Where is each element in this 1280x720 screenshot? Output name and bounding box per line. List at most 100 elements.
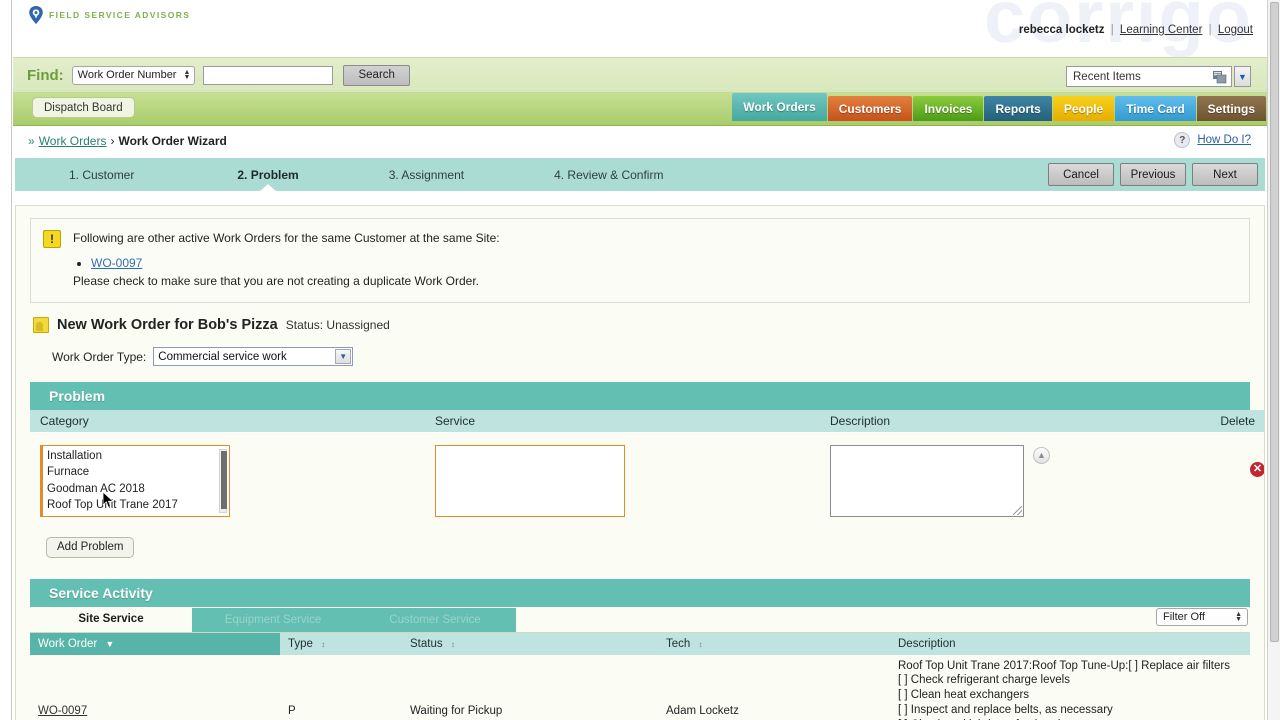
- main-nav-tabs: Work Orders Customers Invoices Reports P…: [732, 93, 1267, 121]
- find-label: Find:: [27, 66, 64, 84]
- problem-panel: Problem Category Service Description Del…: [30, 382, 1264, 567]
- breadcrumb: » Work Orders › Work Order Wizard ? How …: [13, 126, 1267, 156]
- recent-items-box[interactable]: Recent Items: [1066, 66, 1232, 87]
- sort-icon: ↕: [698, 639, 703, 649]
- recent-items-dropdown-arrow[interactable]: ▼: [1234, 66, 1251, 87]
- recent-items-icon: [1213, 70, 1227, 84]
- stepper-icon: ▲ ▼: [183, 69, 191, 81]
- problem-section-title: Problem: [30, 382, 1250, 410]
- breadcrumb-link-work-orders[interactable]: Work Orders: [39, 134, 107, 148]
- stepper-icon: ▲ ▼: [1235, 610, 1242, 623]
- work-order-type-select[interactable]: Commercial service work ▼: [153, 347, 354, 366]
- service-listbox[interactable]: [435, 444, 625, 517]
- warning-icon: !: [43, 230, 61, 248]
- service-activity-title: Service Activity: [30, 578, 1250, 607]
- nav-tab-work-orders[interactable]: Work Orders: [732, 93, 827, 121]
- resize-handle-icon[interactable]: [1013, 505, 1022, 515]
- wizard-step-problem-label: 2. Problem: [237, 167, 299, 182]
- add-problem-button[interactable]: Add Problem: [46, 536, 135, 558]
- wizard-content: ! Following are other active Work Orders…: [15, 205, 1265, 720]
- list-item[interactable]: Trane 2018: [47, 514, 229, 516]
- wizard-step-customer[interactable]: 1. Customer: [69, 168, 134, 182]
- previous-button[interactable]: Previous: [1120, 163, 1186, 186]
- nav-tab-customers[interactable]: Customers: [827, 96, 913, 121]
- filter-select[interactable]: Filter Off ▲ ▼: [1156, 607, 1248, 626]
- work-order-type-row: Work Order Type: Commercial service work…: [52, 347, 1264, 366]
- list-item: WO-0097: [91, 254, 500, 272]
- add-problem-row: Add Problem: [30, 530, 1250, 567]
- category-listbox[interactable]: Installation Furnace Goodman AC 2018 Roo…: [40, 444, 230, 517]
- wizard-step-bar: 1. Customer 2. Problem 3. Assignment 4. …: [15, 158, 1265, 192]
- sort-icon: ↕: [321, 639, 326, 649]
- app-window: corrigo FIELD SERVICE ADVISORS rebecca l…: [0, 0, 1280, 720]
- nav-tab-invoices[interactable]: Invoices: [913, 96, 984, 121]
- work-order-link[interactable]: WO-0097: [38, 705, 87, 717]
- list-item[interactable]: Roof Top Unit Trane 2017: [47, 497, 229, 514]
- separator-1: |: [1110, 24, 1114, 36]
- cancel-button[interactable]: Cancel: [1048, 163, 1114, 186]
- recent-items-control[interactable]: Recent Items ▼: [1066, 66, 1251, 87]
- search-input[interactable]: [203, 65, 334, 85]
- tab-site-service[interactable]: Site Service: [30, 607, 192, 632]
- table-row[interactable]: WO-0097 P Waiting for Pickup Adam Locket…: [30, 654, 1250, 720]
- dispatch-board-button[interactable]: Dispatch Board: [32, 97, 135, 118]
- service-activity-table: Work Order ▼ Type ↕ Status ↕ Tech ↕ Desc…: [30, 632, 1250, 720]
- chevron-up-icon[interactable]: ▲: [1033, 446, 1050, 464]
- wizard-step-assignment[interactable]: 3. Assignment: [389, 168, 464, 182]
- wizard-step-review[interactable]: 4. Review & Confirm: [554, 168, 663, 182]
- next-button[interactable]: Next: [1192, 163, 1258, 186]
- page-edge-left: [0, 0, 12, 720]
- main-nav-bar: Dispatch Board Work Orders Customers Inv…: [13, 93, 1267, 126]
- column-header-work-order[interactable]: Work Order ▼: [30, 632, 280, 655]
- how-do-i-link[interactable]: How Do I?: [1197, 134, 1251, 146]
- nav-tab-settings[interactable]: Settings: [1196, 96, 1266, 121]
- work-order-type-value: Commercial service work: [158, 350, 287, 363]
- column-header-work-order-label: Work Order: [38, 637, 98, 650]
- page-title: New Work Order for Bob's Pizza: [57, 317, 278, 333]
- nav-tab-reports[interactable]: Reports: [984, 96, 1052, 121]
- column-header-status[interactable]: Status ↕: [402, 632, 658, 655]
- problem-row: Installation Furnace Goodman AC 2018 Roo…: [30, 432, 1264, 531]
- help-control[interactable]: ? How Do I?: [1174, 132, 1251, 148]
- column-header-tech[interactable]: Tech ↕: [658, 632, 890, 655]
- breadcrumb-current: Work Order Wizard: [118, 134, 227, 148]
- wizard-active-pointer-icon: [259, 183, 278, 192]
- nav-tab-people[interactable]: People: [1052, 96, 1115, 121]
- sort-icon: ↕: [450, 639, 455, 649]
- window-scrollbar[interactable]: [1267, 0, 1280, 720]
- service-activity-table-wrap: Work Order ▼ Type ↕ Status ↕ Tech ↕ Desc…: [30, 632, 1250, 720]
- scrollbar-thumb[interactable]: [1270, 2, 1279, 642]
- work-order-title-row: New Work Order for Bob's Pizza Status: U…: [33, 317, 1264, 333]
- username-label: rebecca locketz: [1018, 24, 1105, 36]
- list-item[interactable]: Installation: [47, 448, 229, 465]
- problem-description-cell: ▲: [820, 432, 1205, 531]
- nav-tab-time-card[interactable]: Time Card: [1115, 96, 1196, 121]
- mouse-cursor-icon: [103, 492, 115, 508]
- delete-circle-icon[interactable]: ✕: [1250, 461, 1264, 477]
- list-item[interactable]: Furnace: [47, 464, 229, 481]
- work-order-icon: [33, 317, 49, 333]
- search-button[interactable]: Search: [343, 64, 410, 86]
- description-textarea[interactable]: [830, 444, 1024, 517]
- scrollbar-thumb[interactable]: [221, 450, 227, 509]
- column-header-description[interactable]: Description: [890, 632, 1250, 655]
- table-header-row: Work Order ▼ Type ↕ Status ↕ Tech ↕ Desc…: [30, 632, 1250, 655]
- tab-customer-service[interactable]: Customer Service: [354, 607, 516, 632]
- column-header-type[interactable]: Type ↕: [280, 632, 402, 655]
- list-item[interactable]: Goodman AC 2018: [47, 481, 229, 498]
- cell-status: Waiting for Pickup: [402, 654, 658, 720]
- question-mark-icon[interactable]: ?: [1174, 132, 1191, 148]
- alert-work-order-link[interactable]: WO-0097: [91, 256, 142, 270]
- learning-center-link[interactable]: Learning Center: [1120, 24, 1202, 36]
- find-type-select[interactable]: Work Order Number ▲ ▼: [71, 65, 196, 85]
- app-logo[interactable]: FIELD SERVICE ADVISORS: [28, 6, 190, 24]
- category-listbox-scrollbar[interactable]: [219, 448, 227, 513]
- chevron-down-icon[interactable]: ▼: [335, 349, 352, 364]
- breadcrumb-divider: ›: [110, 134, 115, 148]
- problem-table-header-row: Category Service Description Delete: [30, 410, 1264, 433]
- wizard-step-problem[interactable]: 2. Problem: [237, 167, 299, 192]
- logout-link[interactable]: Logout: [1218, 24, 1253, 36]
- problem-service-cell: [425, 432, 820, 531]
- status-badge: Status: Unassigned: [285, 318, 390, 332]
- tab-equipment-service[interactable]: Equipment Service: [192, 607, 354, 632]
